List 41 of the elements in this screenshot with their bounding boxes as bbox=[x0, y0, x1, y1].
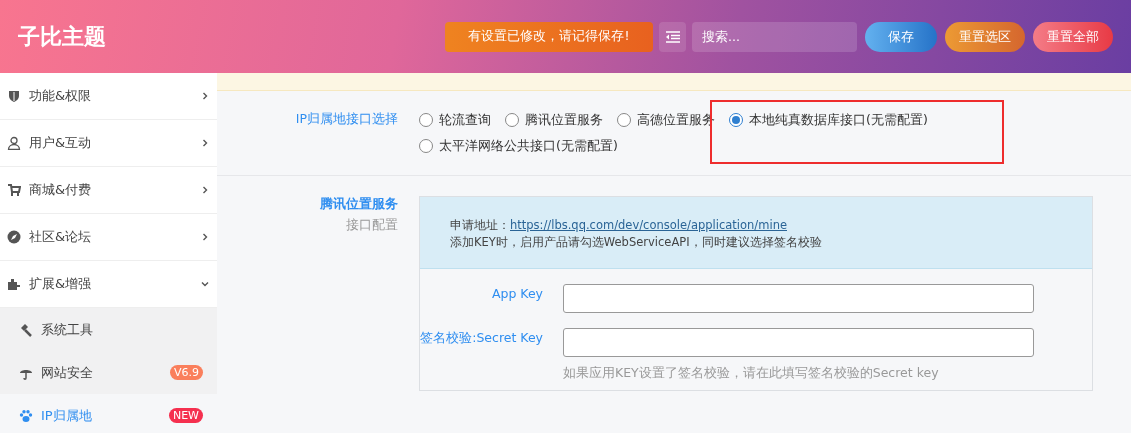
option-label: 轮流查询 bbox=[439, 111, 491, 129]
field-label: 签名校验:Secret Key bbox=[420, 330, 543, 345]
option-label: 腾讯位置服务 bbox=[525, 111, 603, 129]
radio-button[interactable] bbox=[617, 113, 631, 127]
sidebar-subitem[interactable]: 系统工具 bbox=[0, 308, 217, 351]
radio-option[interactable]: 轮流查询 bbox=[419, 111, 491, 129]
group-title: 腾讯位置服务 bbox=[319, 196, 398, 213]
puzzle-icon bbox=[7, 277, 21, 291]
radio-button[interactable] bbox=[505, 113, 519, 127]
sidebar-item[interactable]: 社区&论坛 bbox=[0, 214, 217, 261]
group-subtitle: 接口配置 bbox=[345, 217, 398, 234]
cart-icon bbox=[7, 183, 21, 197]
sidebar-subitem[interactable]: IP归属地 NEW bbox=[0, 394, 217, 433]
input-field[interactable] bbox=[563, 328, 1034, 357]
radio-button[interactable] bbox=[419, 113, 433, 127]
unsaved-notice: 有设置已修改，请记得保存! bbox=[445, 21, 653, 52]
version-badge: NEW bbox=[168, 408, 203, 423]
save-button[interactable]: 保存 bbox=[865, 21, 937, 52]
help-text: 如果应用KEY设置了签名校验，请在此填写签名校验的Secret key bbox=[563, 365, 940, 382]
user-icon bbox=[7, 136, 21, 150]
info-text: 申请地址： bbox=[450, 218, 510, 232]
paw-icon bbox=[19, 408, 33, 423]
version-badge: V6.9 bbox=[169, 365, 203, 380]
shield-icon bbox=[7, 89, 21, 103]
setting-label: IP归属地接口选择 bbox=[295, 111, 398, 126]
sidebar-subitem[interactable]: 网站安全 V6.9 bbox=[0, 351, 217, 394]
menu-button[interactable] bbox=[659, 21, 686, 52]
input-field[interactable] bbox=[563, 284, 1034, 313]
radio-option[interactable]: 腾讯位置服务 bbox=[505, 111, 603, 129]
menu-icon bbox=[665, 30, 680, 43]
radio-button[interactable] bbox=[729, 113, 743, 127]
sidebar-item[interactable]: 用户&互动 bbox=[0, 120, 217, 167]
field-label: App Key bbox=[491, 286, 543, 301]
hammer-icon bbox=[19, 322, 33, 337]
apply-link[interactable]: https://lbs.qq.com/dev/console/application/mine bbox=[510, 218, 787, 232]
sidebar-item[interactable]: 功能&权限 bbox=[0, 73, 217, 120]
logo-title: 子比主题 bbox=[18, 22, 106, 51]
radio-button[interactable] bbox=[419, 139, 433, 153]
sidebar-item[interactable]: 商城&付费 bbox=[0, 167, 217, 214]
info-text: 添加KEY时，启用产品请勾选WebServiceAPI，同时建议选择签名校验 bbox=[450, 234, 823, 251]
compass-icon bbox=[7, 230, 21, 244]
